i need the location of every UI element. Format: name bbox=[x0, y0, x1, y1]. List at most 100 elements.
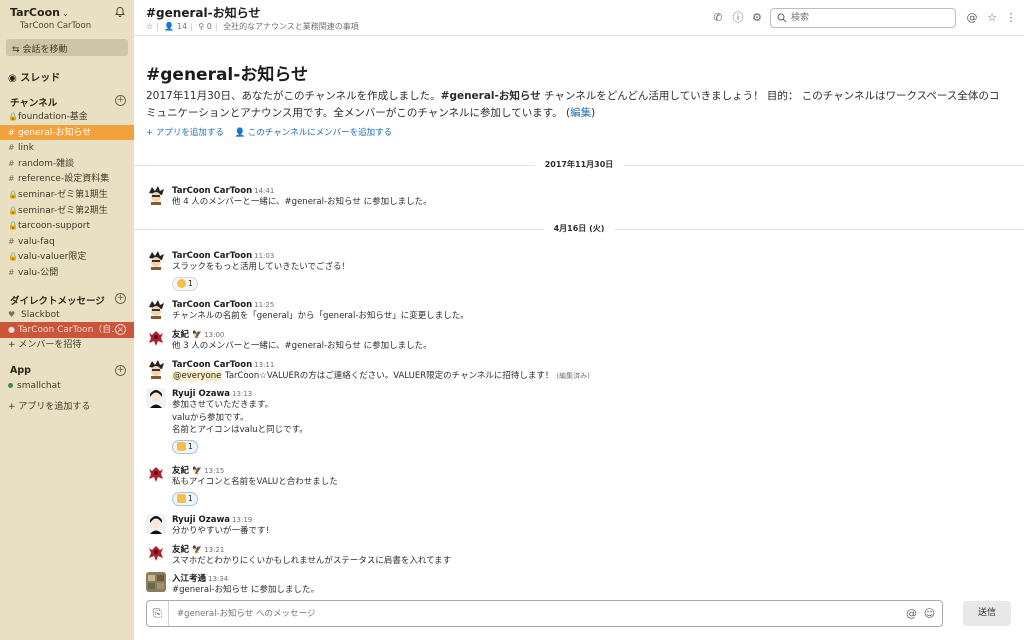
message-time[interactable]: 13:34 bbox=[208, 575, 228, 583]
sidebar-item-valu-public[interactable]: # valu-公開 bbox=[0, 265, 134, 281]
message-composer[interactable]: ⎘ @ ☺ bbox=[146, 600, 943, 627]
sidebar-item-seminar-2[interactable]: 🔒seminar-ゼミ第2期生 bbox=[0, 203, 134, 219]
channels-heading[interactable]: チャンネル + bbox=[0, 95, 134, 109]
channel-title[interactable]: #general-お知らせ bbox=[146, 4, 260, 21]
team-name[interactable]: TarCoon ⌄ bbox=[10, 6, 124, 19]
close-icon[interactable]: × bbox=[115, 324, 126, 336]
message-text: チャンネルの名前を「general」から「general-お知らせ」に変更しまし… bbox=[172, 311, 469, 321]
sidebar-item-general[interactable]: # general-お知らせ bbox=[0, 124, 134, 141]
sidebar-item-self-dm[interactable]: ● TarCoon CarToon（自... × bbox=[0, 322, 134, 338]
edit-purpose-link[interactable]: 編集 bbox=[570, 107, 591, 119]
message-author[interactable]: Ryuji Ozawa bbox=[172, 515, 230, 525]
message-author[interactable]: TarCoon CarToon bbox=[172, 251, 252, 261]
reaction-button[interactable]: 1 bbox=[172, 439, 198, 454]
member-count[interactable]: 14 bbox=[177, 22, 187, 31]
message-author[interactable]: TarCoon CarToon bbox=[172, 186, 252, 196]
channel-meta: ☆ | 👤 14 | ⚲ 0 | 全社的なアナウンスと業務関連の事項 bbox=[146, 22, 359, 31]
invite-members-link[interactable]: + メンバーを招待 bbox=[0, 338, 134, 353]
message-time[interactable]: 11:25 bbox=[254, 301, 274, 309]
add-apps-link[interactable]: + アプリを追加する bbox=[0, 400, 134, 415]
reaction-button[interactable]: 1 bbox=[172, 491, 198, 506]
more-icon[interactable]: ⋮ bbox=[1005, 12, 1017, 24]
message-input[interactable] bbox=[177, 607, 877, 621]
avatar-ryuji[interactable] bbox=[146, 388, 166, 408]
sidebar-item-valu-valuer[interactable]: 🔒valu-valuer限定 bbox=[0, 249, 134, 265]
send-button[interactable]: 送信 bbox=[963, 601, 1011, 626]
phone-icon[interactable]: ✆ bbox=[712, 12, 724, 24]
message-time[interactable]: 11:03 bbox=[254, 252, 274, 260]
sidebar-item-valu-faq[interactable]: # valu-faq bbox=[0, 234, 134, 250]
emoji-icon[interactable]: ☺ bbox=[923, 607, 936, 620]
message-time[interactable]: 13:13 bbox=[232, 390, 252, 398]
sidebar-item-random[interactable]: # random-雑談 bbox=[0, 156, 134, 172]
message-time[interactable]: 13:00 bbox=[204, 331, 224, 339]
sidebar-item-tarcoon-support[interactable]: 🔒tarcoon-support bbox=[0, 218, 134, 234]
team-header[interactable]: TarCoon ⌄ TarCoon CarToon bbox=[0, 0, 134, 36]
avatar-ryuji[interactable] bbox=[146, 514, 166, 534]
lock-icon: 🔒 bbox=[8, 205, 18, 215]
dm-heading[interactable]: ダイレクトメッセージ + bbox=[0, 292, 134, 307]
star-outline-icon[interactable]: ☆ bbox=[986, 12, 998, 24]
avatar-yuki[interactable] bbox=[146, 464, 166, 484]
message-time[interactable]: 13:21 bbox=[204, 546, 224, 554]
sidebar-item-seminar-1[interactable]: 🔒seminar-ゼミ第1期生 bbox=[0, 187, 134, 203]
search-input[interactable] bbox=[791, 11, 951, 25]
avatar-tarcoon[interactable] bbox=[146, 185, 166, 205]
intro-title: #general-お知らせ bbox=[146, 65, 308, 85]
message-author[interactable]: 入江考通 bbox=[172, 574, 206, 584]
presence-icon: ● bbox=[8, 325, 15, 335]
lock-icon: 🔒 bbox=[8, 189, 18, 199]
add-channel-icon[interactable]: + bbox=[115, 95, 126, 106]
sidebar-item-foundation[interactable]: 🔒foundation-基金 bbox=[0, 109, 134, 125]
everyone-mention[interactable]: @everyone bbox=[172, 371, 223, 381]
threads-icon: ◉ bbox=[8, 73, 17, 84]
info-icon[interactable]: ⓘ bbox=[732, 12, 744, 24]
message-author[interactable]: 友紀 bbox=[172, 545, 189, 555]
message-time[interactable]: 13:19 bbox=[232, 516, 252, 524]
message-author[interactable]: TarCoon CarToon bbox=[172, 360, 252, 370]
message-author[interactable]: 友紀 bbox=[172, 330, 189, 340]
search-box[interactable] bbox=[770, 8, 956, 28]
add-app-icon[interactable]: + bbox=[115, 364, 126, 376]
avatar-tarcoon[interactable] bbox=[146, 250, 166, 270]
message-author[interactable]: Ryuji Ozawa bbox=[172, 389, 230, 399]
sidebar-item-slackbot[interactable]: ♥ Slackbot bbox=[0, 307, 134, 323]
attach-icon[interactable]: ⎘ bbox=[147, 601, 169, 626]
jump-icon: ⇆ bbox=[12, 45, 20, 55]
add-member-link[interactable]: このチャンネルにメンバーを追加する bbox=[248, 128, 392, 138]
intro-description: 2017年11月30日、あなたがこのチャンネルを作成しました。#general-… bbox=[146, 90, 1000, 119]
avatar-tarcoon[interactable] bbox=[146, 299, 166, 319]
jump-to-button[interactable]: ⇆ 会話を移動 bbox=[6, 39, 128, 56]
avatar-yuki[interactable] bbox=[146, 328, 166, 348]
pinned-count[interactable]: 0 bbox=[207, 22, 212, 31]
add-app-link[interactable]: + アプリを追加する bbox=[146, 128, 224, 138]
presence-dot-icon bbox=[8, 382, 13, 388]
message-author[interactable]: 友紀 bbox=[172, 466, 189, 476]
avatar-yuki[interactable] bbox=[146, 543, 166, 563]
gear-icon[interactable]: ⚙ bbox=[751, 12, 763, 24]
avatar-irie[interactable] bbox=[146, 572, 166, 592]
reaction-button[interactable]: 1 bbox=[172, 276, 198, 291]
apps-heading[interactable]: App + bbox=[0, 364, 134, 379]
status-emoji-icon: 🦅 bbox=[192, 545, 203, 554]
bell-icon[interactable] bbox=[114, 6, 126, 18]
sidebar-item-link[interactable]: # link bbox=[0, 140, 134, 156]
lock-icon: 🔒 bbox=[8, 112, 18, 121]
date-divider: 4月16日 (火) bbox=[134, 223, 1024, 234]
message-author[interactable]: TarCoon CarToon bbox=[172, 300, 252, 310]
at-mention-icon[interactable]: @ bbox=[905, 607, 918, 620]
intro-actions: + アプリを追加する 👤 このチャンネルにメンバーを追加する bbox=[146, 126, 392, 138]
message-time[interactable]: 13:11 bbox=[254, 361, 274, 369]
add-dm-icon[interactable]: + bbox=[115, 292, 126, 304]
message-time[interactable]: 13:15 bbox=[204, 467, 224, 475]
threads-link[interactable]: ◉ スレッド bbox=[0, 69, 134, 84]
star-icon[interactable]: ☆ bbox=[146, 22, 153, 31]
message-time[interactable]: 14:41 bbox=[254, 187, 274, 195]
hash-icon: # bbox=[8, 158, 15, 168]
channel-topic[interactable]: 全社的なアナウンスと業務関連の事項 bbox=[223, 22, 359, 31]
at-icon[interactable]: @ bbox=[966, 12, 978, 24]
main-pane: #general-お知らせ ☆ | 👤 14 | ⚲ 0 | 全社的なアナウンスと業務… bbox=[134, 0, 1024, 640]
avatar-tarcoon[interactable] bbox=[146, 359, 166, 379]
sidebar-item-smallchat[interactable]: smallchat bbox=[0, 379, 134, 395]
sidebar-item-reference[interactable]: # reference-設定資料集 bbox=[0, 171, 134, 187]
